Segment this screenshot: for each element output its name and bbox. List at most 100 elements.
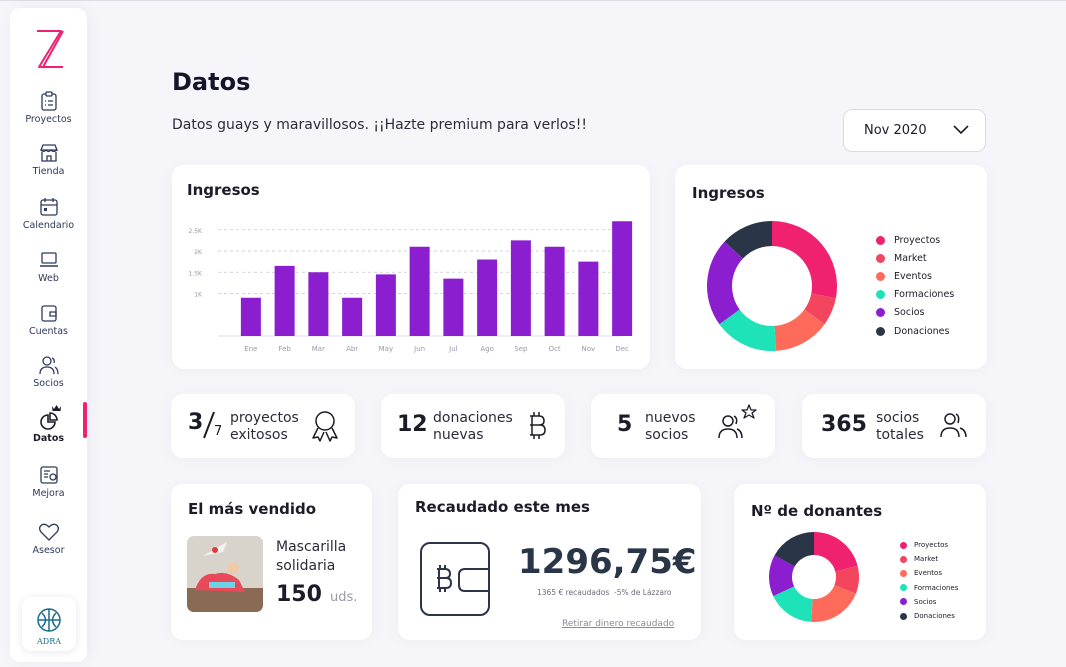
legend-label: Proyectos <box>894 234 941 246</box>
sidebar-item-mejora[interactable]: Mejora <box>10 464 87 499</box>
x-tick-label: Mar <box>312 345 325 353</box>
x-tick-label: Sep <box>514 345 528 353</box>
stat-fraction: 3 7 <box>188 408 224 444</box>
sidebar-item-calendario[interactable]: Calendario <box>10 196 87 231</box>
stat-label-line: nuevas <box>433 427 484 443</box>
y-tick-label: 2.5K <box>189 228 204 235</box>
calendar-icon <box>39 198 58 216</box>
legend-label: Socios <box>914 597 937 606</box>
stat-label-line: socios <box>645 427 689 443</box>
income-donut-chart <box>707 221 837 351</box>
card-title: Ingresos <box>692 184 765 202</box>
bar[interactable] <box>612 221 633 336</box>
legend-color-dot <box>876 253 885 263</box>
chevron-down-icon <box>953 125 969 135</box>
income-donut-card: Ingresos Proyectos Market Eventos Formacion… <box>675 165 987 369</box>
bar[interactable] <box>578 261 599 336</box>
clipboard-icon <box>40 91 57 111</box>
legend-color-dot <box>876 326 885 336</box>
heart-icon <box>38 523 59 541</box>
income-bar-chart: 1K 1.5K 2K 2.5K Ene Feb Mar Abr May Jun Jul Ago Sep O… <box>189 221 633 353</box>
stat-donations-card: 12 donaciones nuevas <box>381 394 565 458</box>
legend-item: Formaciones <box>900 581 958 595</box>
donut-slice[interactable] <box>772 221 837 299</box>
legend-label: Eventos <box>914 569 942 578</box>
stat-projects-label: proyectos exitosos <box>230 410 299 444</box>
x-tick-label: Nov <box>582 345 596 353</box>
sidebar-item-asesor[interactable]: Asesor <box>10 521 87 556</box>
sidebar-item-label: Web <box>38 273 59 284</box>
app-logo[interactable] <box>34 28 66 70</box>
legend-item: Socios <box>900 595 958 609</box>
product-name: Mascarilla solidaria <box>276 538 346 576</box>
users-icon <box>940 413 967 438</box>
sidebar-item-label: Calendario <box>22 220 75 231</box>
laptop-icon <box>39 252 58 267</box>
stat-label-line: exitosos <box>230 427 288 443</box>
bar[interactable] <box>443 278 464 336</box>
active-indicator <box>83 402 87 438</box>
sidebar-item-label: Tienda <box>32 166 65 177</box>
pie-chart-icon <box>39 405 61 430</box>
sidebar-item-socios[interactable]: Socios <box>10 354 87 389</box>
sidebar-item-web[interactable]: Web <box>10 249 87 284</box>
top-divider <box>0 0 1066 1</box>
bar[interactable] <box>544 246 565 336</box>
x-tick-label: Feb <box>278 345 291 353</box>
legend-item: Formaciones <box>876 286 954 304</box>
x-tick-label: Ene <box>244 345 257 353</box>
stat-donations-label: donaciones nuevas <box>433 410 513 444</box>
sidebar-item-datos[interactable]: Datos <box>10 405 87 444</box>
legend-label: Proyectos <box>914 541 949 550</box>
y-tick-label: 2K <box>194 249 203 256</box>
bar[interactable] <box>308 272 329 336</box>
legend-label: Socios <box>894 307 925 319</box>
income-donut-legend: Proyectos Market Eventos Formaciones Socios D… <box>876 231 954 340</box>
x-tick-label: Dec <box>615 345 629 353</box>
stat-label-line: nuevos <box>645 410 696 426</box>
upgrade-icon <box>39 466 58 484</box>
sidebar-item-proyectos[interactable]: Proyectos <box>10 90 87 125</box>
withdraw-funds-link[interactable]: Retirar dinero recaudado <box>562 619 674 629</box>
bar[interactable] <box>477 259 498 337</box>
x-tick-label: Jul <box>448 345 458 353</box>
card-title: El más vendido <box>188 500 317 518</box>
stat-projects-card: 3 7 proyectos exitosos <box>171 394 355 458</box>
bar[interactable] <box>240 297 261 336</box>
card-title: Nº de donantes <box>751 502 883 520</box>
stat-new-members-card: 5 nuevos socios <box>591 394 775 458</box>
card-title: Recaudado este mes <box>415 498 590 516</box>
product-sales-number: 150 <box>276 582 322 607</box>
bar[interactable] <box>375 274 396 336</box>
stat-new-members-number: 5 <box>617 412 633 437</box>
x-tick-label: Abr <box>346 345 358 353</box>
organization-logo[interactable]: ADRA <box>22 597 76 651</box>
legend-label: Formaciones <box>894 289 955 301</box>
legend-item: Market <box>900 552 958 566</box>
y-tick-label: 1.5K <box>189 270 204 277</box>
legend-item: Socios <box>876 304 954 322</box>
stat-label-line: socios <box>876 410 920 426</box>
donut-slice[interactable] <box>814 532 858 572</box>
month-selector[interactable]: Nov 2020 <box>843 109 986 152</box>
product-image[interactable] <box>187 536 263 612</box>
income-bar-chart-card: Ingresos 1K 1.5K 2K 2.5K Ene Feb Mar Abr May Jun J… <box>172 165 650 369</box>
legend-item: Donaciones <box>876 322 954 340</box>
legend-color-dot <box>900 598 907 606</box>
product-name-line: Mascarilla <box>276 539 347 555</box>
sidebar-item-tienda[interactable]: Tienda <box>10 142 87 177</box>
bar[interactable] <box>342 297 363 336</box>
users-icon <box>38 356 59 375</box>
sidebar-item-label: Datos <box>32 433 65 444</box>
bar[interactable] <box>510 240 531 336</box>
donors-donut-card: Nº de donantes Proyectos Market Eventos For… <box>734 484 986 640</box>
sidebar-item-cuentas[interactable]: Cuentas <box>10 302 87 337</box>
bar[interactable] <box>274 265 295 336</box>
adra-logo-text: ADRA <box>37 637 61 646</box>
adra-logo-icon <box>37 608 61 632</box>
bitcoin-wallet-icon <box>420 542 490 616</box>
stat-label-line: proyectos <box>230 410 299 426</box>
legend-label: Donaciones <box>914 612 955 621</box>
donors-donut-chart <box>769 532 859 622</box>
bar[interactable] <box>409 246 430 336</box>
